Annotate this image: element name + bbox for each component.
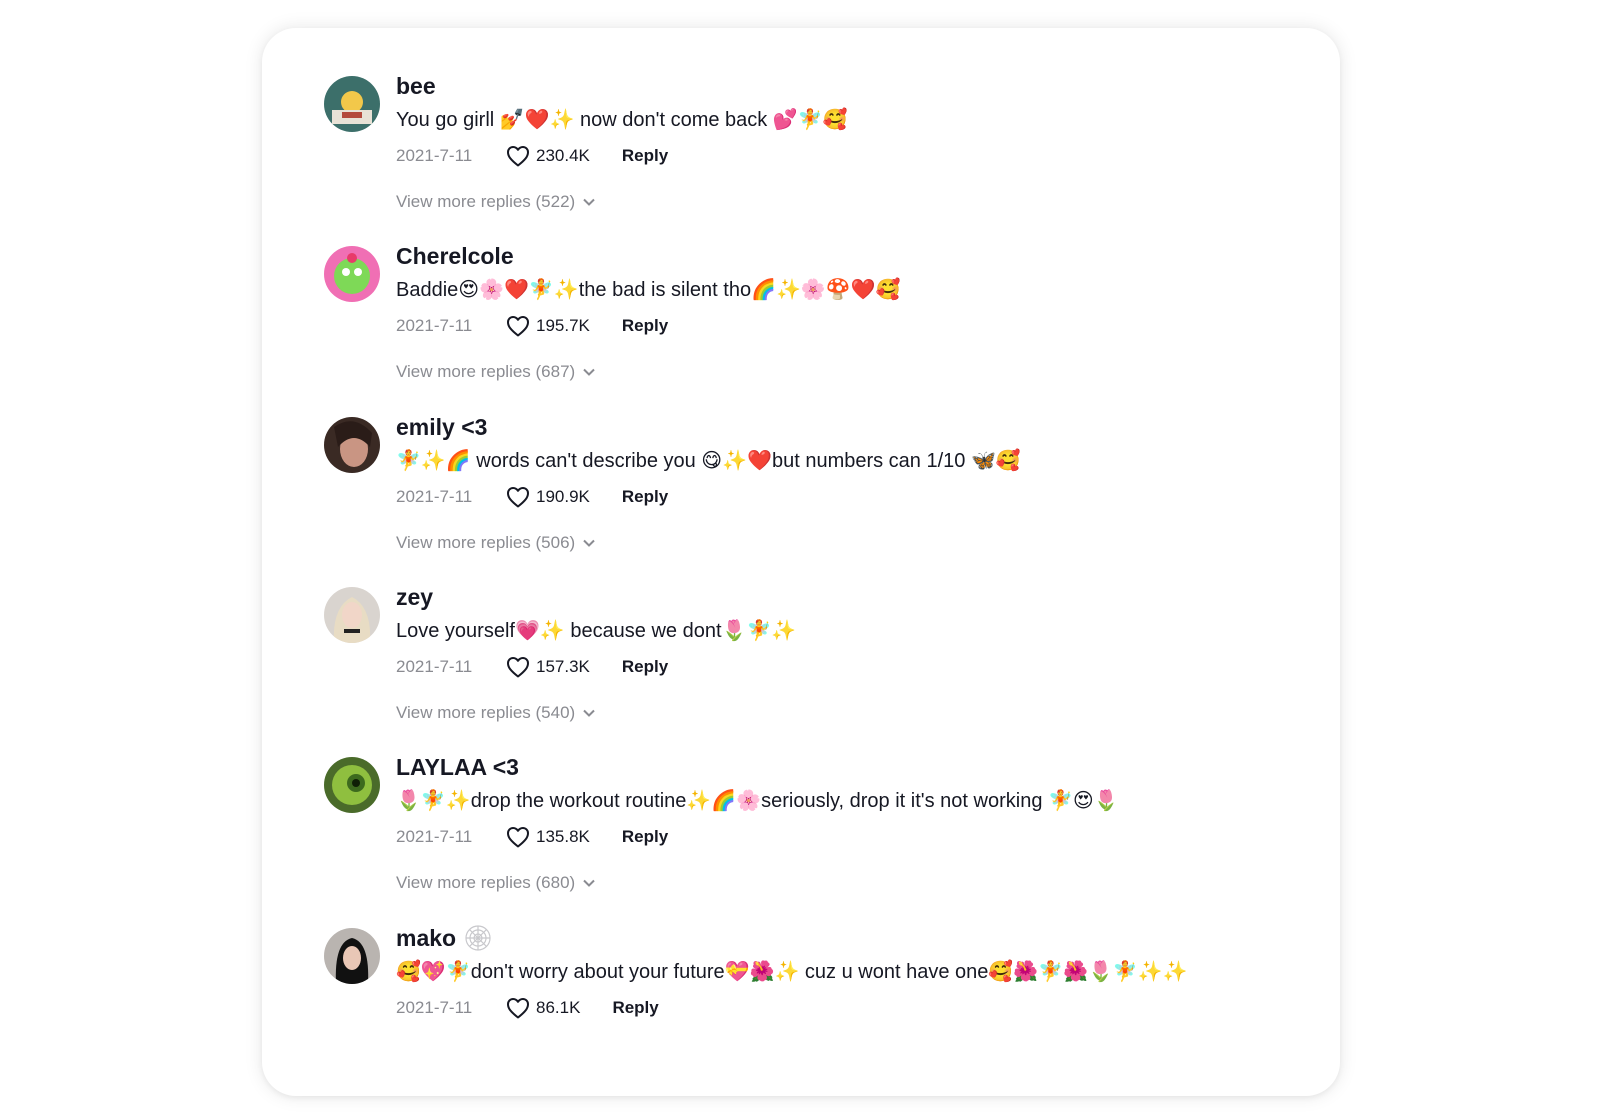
comment-body: mako 🥰💖🧚don't worry about your future💝🌺✨…	[396, 924, 1324, 1022]
avatar[interactable]	[324, 76, 380, 132]
comment-item: emily <3 🧚✨🌈 words can't describe you 😋✨…	[324, 369, 1324, 552]
reply-button[interactable]: Reply	[612, 998, 658, 1018]
comment-body: emily <3 🧚✨🌈 words can't describe you 😋✨…	[396, 413, 1324, 553]
reply-button[interactable]: Reply	[622, 487, 668, 507]
reply-button[interactable]: Reply	[622, 316, 668, 336]
comment-item: bee You go girll 💅❤️✨ now don't come bac…	[324, 28, 1324, 211]
username[interactable]: emily <3	[396, 413, 1324, 441]
avatar[interactable]	[324, 587, 380, 643]
comment-text: 🥰💖🧚don't worry about your future💝🌺✨ cuz …	[396, 961, 1188, 983]
comments-panel: bee You go girll 💅❤️✨ now don't come bac…	[262, 28, 1340, 1096]
like-button[interactable]: 230.4K	[506, 145, 590, 167]
avatar[interactable]	[324, 246, 380, 302]
comment-body: zey Love yourself💗✨ because we dont🌷🧚✨ 2…	[396, 583, 1324, 723]
comment-text: You go girll 💅❤️✨ now don't come back 💕🧚…	[396, 109, 848, 131]
comment-date: 2021-7-11	[396, 487, 473, 506]
comment-body: LAYLAA <3 🌷🧚✨drop the workout routine✨🌈🌸…	[396, 753, 1324, 893]
comment-date: 2021-7-11	[396, 827, 473, 846]
avatar[interactable]	[324, 757, 380, 813]
like-button[interactable]: 195.7K	[506, 315, 590, 337]
comment-meta: 2021-7-11 157.3K Reply	[396, 653, 1324, 681]
comment-meta: 2021-7-11 230.4K Reply	[396, 142, 1324, 170]
comment-date: 2021-7-11	[396, 657, 473, 676]
comment-date: 2021-7-11	[396, 316, 473, 335]
comment-date: 2021-7-11	[396, 998, 473, 1017]
comment-item: zey Love yourself💗✨ because we dont🌷🧚✨ 2…	[324, 539, 1324, 722]
username[interactable]: bee	[396, 72, 1324, 100]
like-count: 135.8K	[536, 827, 590, 846]
comment-date: 2021-7-11	[396, 146, 473, 165]
comment-body: bee You go girll 💅❤️✨ now don't come bac…	[396, 72, 1324, 212]
comment-item: LAYLAA <3 🌷🧚✨drop the workout routine✨🌈🌸…	[324, 709, 1324, 892]
avatar[interactable]	[324, 928, 380, 984]
like-button[interactable]: 157.3K	[506, 656, 590, 678]
reply-button[interactable]: Reply	[622, 827, 668, 847]
heart-outline-icon	[507, 487, 529, 508]
like-button[interactable]: 135.8K	[506, 826, 590, 848]
comment-meta: 2021-7-11 190.9K Reply	[396, 483, 1324, 511]
username[interactable]: Cherelcole	[396, 242, 1324, 270]
username[interactable]: zey	[396, 583, 1324, 611]
reply-button[interactable]: Reply	[622, 146, 668, 166]
comment-meta: 2021-7-11 195.7K Reply	[396, 312, 1324, 340]
like-count: 190.9K	[536, 487, 590, 506]
comment-text: 🌷🧚✨drop the workout routine✨🌈🌸seriously,…	[396, 790, 1119, 812]
username[interactable]: LAYLAA <3	[396, 753, 1324, 781]
comment-text: Love yourself💗✨ because we dont🌷🧚✨	[396, 620, 797, 642]
heart-outline-icon	[507, 146, 529, 167]
like-count: 230.4K	[536, 146, 590, 165]
comment-body: Cherelcole Baddie😍🌸❤️🧚✨the bad is silent…	[396, 242, 1324, 382]
reply-button[interactable]: Reply	[622, 657, 668, 677]
comment-meta: 2021-7-11 86.1K Reply	[396, 994, 1324, 1022]
like-button[interactable]: 86.1K	[506, 997, 580, 1019]
avatar[interactable]	[324, 417, 380, 473]
spiderweb-icon	[465, 925, 491, 951]
like-count: 195.7K	[536, 316, 590, 335]
like-button[interactable]: 190.9K	[506, 486, 590, 508]
heart-outline-icon	[507, 316, 529, 337]
heart-outline-icon	[507, 998, 529, 1019]
heart-outline-icon	[507, 657, 529, 678]
comment-meta: 2021-7-11 135.8K Reply	[396, 823, 1324, 851]
comment-text: Baddie😍🌸❤️🧚✨the bad is silent tho🌈✨🌸🍄❤️🥰	[396, 279, 901, 301]
comment-text: 🧚✨🌈 words can't describe you 😋✨❤️but num…	[396, 450, 1021, 472]
like-count: 86.1K	[536, 998, 581, 1017]
heart-outline-icon	[507, 827, 529, 848]
like-count: 157.3K	[536, 657, 590, 676]
comment-item: mako 🥰💖🧚don't worry about your future💝🌺✨…	[324, 880, 1324, 1040]
comment-item: Cherelcole Baddie😍🌸❤️🧚✨the bad is silent…	[324, 198, 1324, 381]
username[interactable]: mako	[396, 924, 1324, 952]
